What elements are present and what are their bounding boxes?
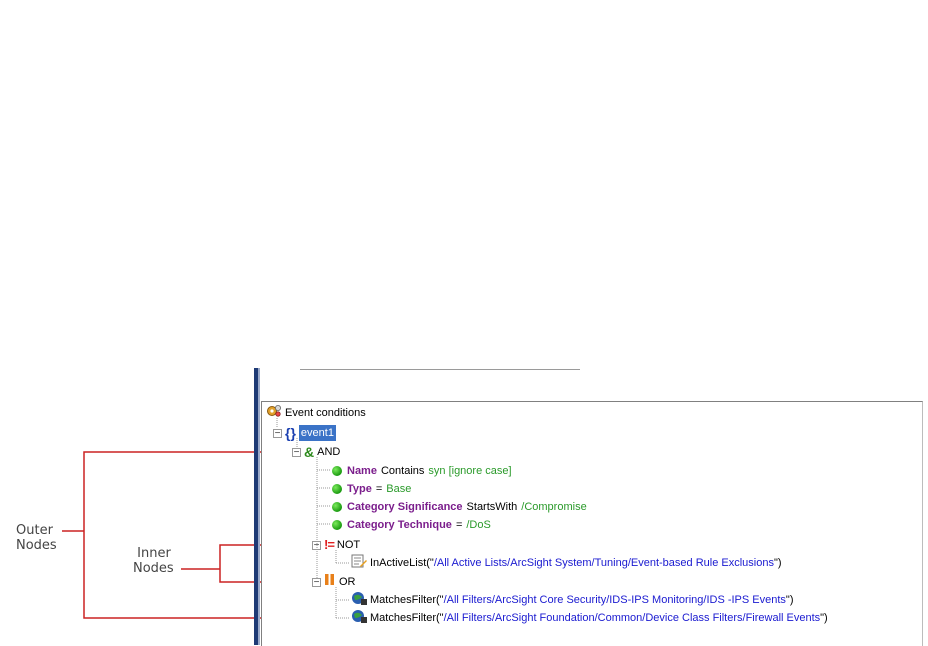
tree-connector-lines [276,418,350,619]
